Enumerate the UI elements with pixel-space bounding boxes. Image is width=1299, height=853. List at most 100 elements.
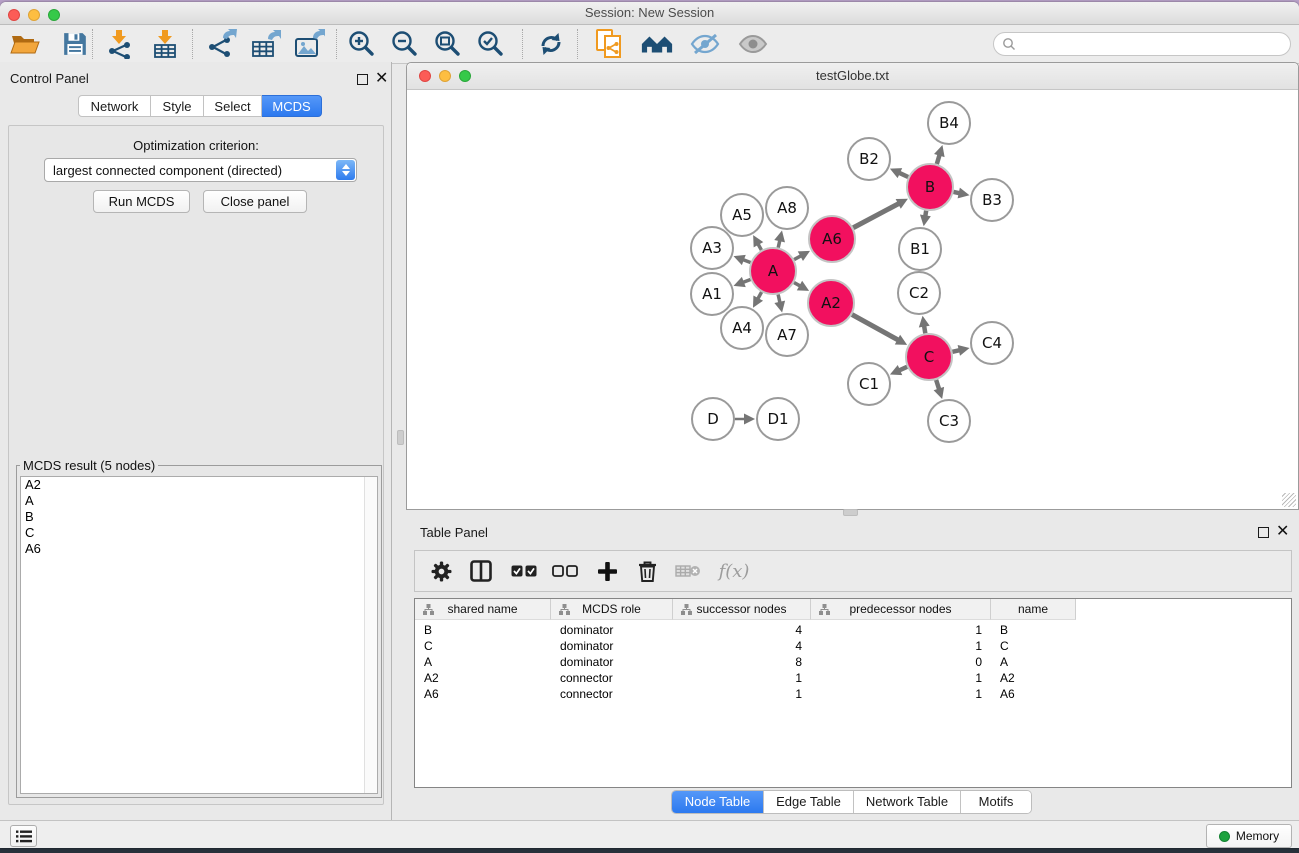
edge-arrowhead-icon [920, 215, 931, 227]
tab-motifs[interactable]: Motifs [961, 791, 1031, 813]
optimization-criterion-select[interactable]: largest connected component (directed) [44, 158, 357, 182]
table-row[interactable]: Bdominator41B [415, 622, 1291, 638]
import-table-icon[interactable] [148, 28, 182, 60]
column-header-successor-nodes[interactable]: successor nodes [673, 599, 811, 620]
table-cell: 1 [673, 686, 811, 702]
table-cell: C [415, 638, 551, 654]
tab-node-table[interactable]: Node Table [672, 791, 764, 813]
export-network-icon[interactable] [204, 28, 238, 60]
refresh-layout-icon[interactable] [534, 28, 568, 60]
graph-node-label: B4 [939, 114, 959, 132]
zoom-out-icon[interactable] [387, 28, 421, 60]
network-window-titlebar: testGlobe.txt [407, 63, 1298, 90]
tab-mcds[interactable]: MCDS [262, 95, 322, 117]
settings-gear-icon[interactable] [429, 556, 453, 586]
table-float-panel-icon[interactable] [1258, 527, 1269, 538]
chevron-up-down-icon [336, 160, 355, 180]
result-list-item[interactable]: A2 [21, 477, 377, 493]
float-panel-icon[interactable] [357, 74, 368, 85]
table-row[interactable]: Cdominator41C [415, 638, 1291, 654]
network-graph-canvas[interactable]: B4B2BB3A8A5A6A3B1AC2A1A2A4A7C4CC1C3DD1 [408, 90, 1298, 509]
result-list-item[interactable]: A6 [21, 541, 377, 557]
table-panel-title: Table Panel [420, 525, 488, 540]
table-panel-tabs: Node TableEdge TableNetwork TableMotifs [671, 790, 1032, 814]
table-cell: A2 [415, 670, 551, 686]
graph-node-label: C3 [939, 412, 959, 430]
tab-select[interactable]: Select [204, 95, 262, 117]
result-list-item[interactable]: A [21, 493, 377, 509]
column-layout-icon[interactable] [468, 556, 494, 586]
list-icon [16, 830, 32, 843]
close-panel-icon[interactable]: ✕ [375, 73, 388, 85]
column-header-name[interactable]: name [991, 599, 1076, 620]
table-row[interactable]: Adominator80A [415, 654, 1291, 670]
task-history-button[interactable] [10, 825, 37, 847]
edge-arrowhead-icon [774, 230, 785, 242]
tab-network-table[interactable]: Network Table [854, 791, 961, 813]
hide-panel-eye-icon[interactable] [688, 28, 722, 60]
zoom-fit-icon[interactable] [430, 28, 464, 60]
table-cell: A [991, 654, 1076, 670]
network-view-window: testGlobe.txt B4B2BB3A8A5A6A3B1AC2A1A2A4… [406, 62, 1299, 510]
column-header-mcds-role[interactable]: MCDS role [551, 599, 673, 620]
result-list-scrollbar[interactable] [364, 477, 377, 793]
table-cell: B [991, 622, 1076, 638]
table-cell: A [415, 654, 551, 670]
tab-style[interactable]: Style [151, 95, 204, 117]
edge-arrowhead-icon [934, 387, 944, 399]
result-list-item[interactable]: C [21, 525, 377, 541]
zoom-selected-icon[interactable] [473, 28, 507, 60]
table-row[interactable]: A2connector11A2 [415, 670, 1291, 686]
function-builder-icon: f(x) [716, 556, 752, 586]
delete-column-trash-icon[interactable] [635, 556, 659, 586]
graph-node-label: B2 [859, 150, 879, 168]
table-row[interactable]: A6connector11A6 [415, 686, 1291, 702]
control-panel-title: Control Panel [10, 71, 89, 86]
export-table-icon[interactable] [248, 28, 282, 60]
graph-node-label: C2 [909, 284, 929, 302]
graph-edge-A6-B[interactable] [853, 203, 900, 228]
node-table: shared nameMCDS rolesuccessor nodesprede… [414, 598, 1292, 788]
table-cell: 0 [811, 654, 991, 670]
table-cell: dominator [551, 654, 673, 670]
add-column-icon[interactable] [595, 556, 619, 586]
open-session-icon[interactable] [8, 28, 42, 60]
result-list-item[interactable]: B [21, 509, 377, 525]
resize-grip-icon[interactable] [1282, 493, 1296, 507]
graph-node-label: D1 [767, 410, 788, 428]
table-cell: 1 [673, 670, 811, 686]
graph-node-label: A1 [702, 285, 722, 303]
table-close-panel-icon[interactable]: ✕ [1276, 526, 1289, 538]
tab-network[interactable]: Network [78, 95, 151, 117]
graph-edge-A2-C[interactable] [852, 315, 899, 341]
zoom-in-icon[interactable] [344, 28, 378, 60]
deselect-all-checkboxes-icon[interactable] [551, 556, 579, 586]
main-titlebar: Session: New Session [0, 2, 1299, 25]
duplicate-network-icon[interactable] [592, 28, 626, 60]
column-header-predecessor-nodes[interactable]: predecessor nodes [811, 599, 991, 620]
table-cell: B [415, 622, 551, 638]
run-mcds-button[interactable]: Run MCDS [93, 190, 190, 213]
close-panel-button[interactable]: Close panel [203, 190, 307, 213]
table-cell: 1 [811, 686, 991, 702]
select-all-checkboxes-icon[interactable] [510, 556, 538, 586]
import-network-icon[interactable] [102, 28, 136, 60]
vertical-split-handle[interactable] [397, 430, 404, 445]
table-cell: C [991, 638, 1076, 654]
show-panel-eye-icon [736, 28, 770, 60]
edge-arrowhead-icon [774, 301, 785, 313]
tab-edge-table[interactable]: Edge Table [764, 791, 854, 813]
toolbar-separator [192, 29, 193, 59]
export-image-icon[interactable] [292, 28, 326, 60]
home-icon[interactable] [640, 28, 674, 60]
memory-label: Memory [1236, 829, 1279, 843]
memory-status-dot-icon [1219, 831, 1230, 842]
edge-arrowhead-icon [958, 345, 970, 356]
search-input[interactable] [993, 32, 1291, 56]
mcds-result-list[interactable]: A2ABCA6 [20, 476, 378, 794]
horizontal-split-handle[interactable] [843, 509, 858, 516]
column-header-shared-name[interactable]: shared name [415, 599, 551, 620]
save-session-icon[interactable] [58, 28, 92, 60]
session-title: Session: New Session [0, 5, 1299, 20]
memory-button[interactable]: Memory [1206, 824, 1292, 848]
